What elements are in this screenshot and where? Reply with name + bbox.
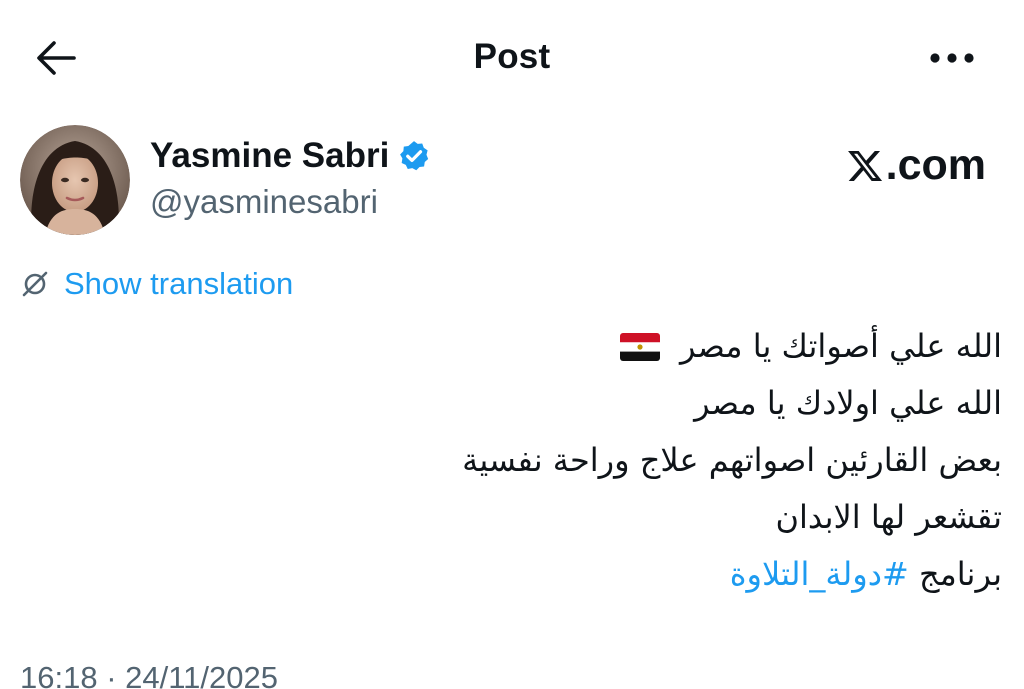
avatar[interactable] — [20, 125, 130, 235]
post-line-1-text: الله علي أصواتك يا مصر — [680, 327, 1002, 365]
author-handle[interactable]: @yasminesabri — [150, 183, 378, 221]
show-translation-label: Show translation — [64, 266, 294, 301]
x-com-watermark: .com — [846, 141, 986, 190]
post-line-5-text: برنامج — [918, 555, 1002, 593]
egypt-flag-icon — [619, 333, 660, 361]
post-line-4: تقشعر لها الابدان — [775, 498, 1002, 536]
translate-icon — [22, 271, 48, 297]
post-line-2: الله علي اولادك يا مصر — [694, 384, 1002, 422]
post-line-3: بعض القارئين اصواتهم علاج وراحة نفسية — [462, 441, 1002, 479]
more-horizontal-icon — [930, 53, 974, 63]
author-name: Yasmine Sabri — [150, 136, 390, 175]
post-text: الله علي أصواتك يا مصر الله علي اولادك ي… — [22, 318, 1002, 603]
top-bar: Post — [0, 0, 1024, 115]
verified-badge-icon — [400, 141, 429, 171]
more-options-button[interactable] — [924, 40, 980, 76]
watermark-text: .com — [885, 141, 986, 189]
profile-photo — [20, 125, 130, 235]
post-timestamp[interactable]: 16:18 · 24/11/2025 — [20, 660, 278, 689]
post-line-1: الله علي أصواتك يا مصر — [22, 318, 1002, 375]
show-translation-link[interactable]: Show translation — [20, 266, 293, 302]
post-line-5: برنامج #دولة_التلاوة — [22, 546, 1002, 603]
author-name-row[interactable]: Yasmine Sabri — [150, 136, 431, 176]
x-logo-icon — [847, 150, 882, 181]
page-title: Post — [473, 37, 551, 76]
post-page: Post Yasmine Sabri @yasminesabri .com Sh… — [0, 0, 1024, 689]
hashtag-link[interactable]: #دولة_التلاوة — [730, 555, 909, 593]
